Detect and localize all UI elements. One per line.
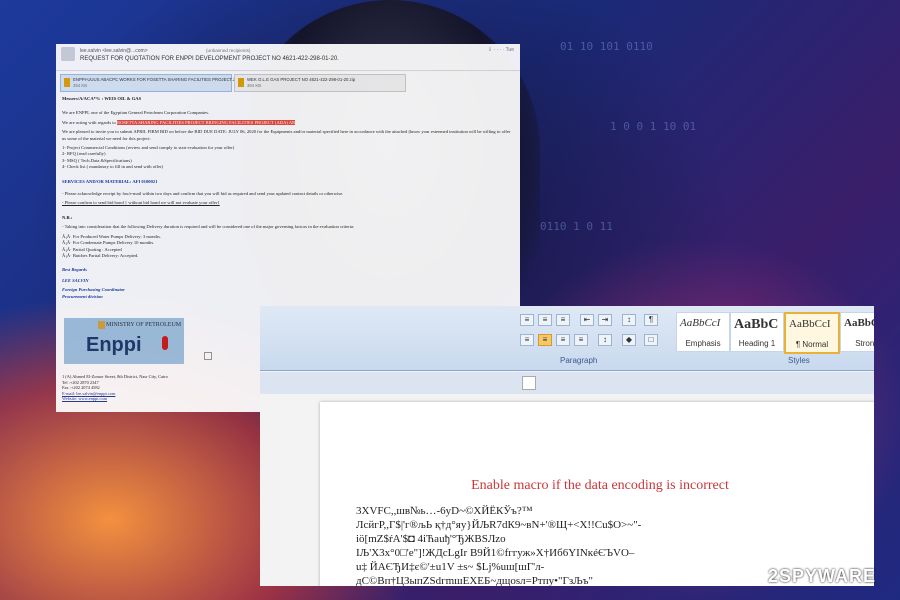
garbled-line: 3XVFC,,шв№ь…-6уD~©ХЙЁКЎъ?™ bbox=[356, 505, 533, 517]
attachment-name: ENPPI-UUUS ABACPC WORKS FOR FOSETTA SHAR… bbox=[73, 77, 239, 82]
garbled-line: iö[mZ$ŕA'$◘ 4iЋаuђ'°ЂЖBSЛzо bbox=[356, 533, 506, 545]
attachment-name: WEK O.L.E GAS PROJECT NO 4621-422-298-01… bbox=[247, 77, 356, 82]
email-subject: REQUEST FOR QUOTATION FOR ENPPI DEVELOPM… bbox=[80, 56, 339, 62]
header-actions[interactable]: ⇩ · · · · Tue bbox=[488, 47, 514, 53]
project-highlight: ROSETTA SHARING FACILITIES PROJECT BRING… bbox=[117, 119, 296, 125]
intro-line: We are pleased to invite you to submit A… bbox=[62, 129, 511, 141]
zip-file-icon bbox=[238, 78, 244, 87]
intro-prefix: We are acting with regards to bbox=[62, 119, 117, 125]
style-sample: AaBbC bbox=[734, 317, 779, 332]
shading-icon[interactable]: ◆ bbox=[622, 334, 636, 346]
binary-decoration: 1 0 0 1 10 01 bbox=[610, 120, 697, 133]
nb-line: - Taking into consideration that the fol… bbox=[62, 224, 355, 230]
website-link[interactable]: Website: www.enppi.com bbox=[62, 396, 168, 402]
email-body: Messers/A/ACA*% : WEIS OIL & GAS We are … bbox=[62, 96, 514, 300]
attachment-size: 394 KB bbox=[73, 83, 88, 88]
sort-button[interactable]: ↕ bbox=[622, 314, 636, 326]
bullets-button[interactable]: ≡ bbox=[520, 314, 534, 326]
attachment-size: 394 KB bbox=[247, 83, 262, 88]
word-window: ≡ ≡ ≡ ⇤ ⇥ ↕ ¶ ≡ ≡ ≡ ≡ ↕ ◆ □ Paragraph St… bbox=[260, 306, 874, 586]
document-page[interactable]: Enable macro if the data encoding is inc… bbox=[320, 402, 874, 586]
paragraph-group-label: Paragraph bbox=[560, 356, 598, 365]
attachment-1[interactable]: ENPPI-UUUS ABACPC WORKS FOR FOSETTA SHAR… bbox=[60, 74, 238, 92]
signature-division: Procurement division bbox=[62, 293, 103, 299]
list-item: 4- Check list ( mandatory to fill in and… bbox=[62, 164, 164, 170]
style-emphasis[interactable]: AaBbCcI Emphasis bbox=[676, 312, 730, 352]
style-name: Heading 1 bbox=[738, 339, 776, 348]
enppi-logo: MINISTRY OF PETROLEUM Enppi bbox=[64, 318, 184, 364]
decrease-indent-button[interactable]: ⇤ bbox=[580, 314, 594, 326]
style-sample: AaBbCcI bbox=[789, 318, 831, 330]
intro-line: We are acting with regards to ROSETTA SH… bbox=[62, 119, 514, 126]
style-normal[interactable]: AaBbCcI ¶ Normal bbox=[784, 312, 840, 354]
line-spacing-button[interactable]: ↕ bbox=[598, 334, 612, 346]
intro-line: We are ENPPI, one of the Egyptian Genera… bbox=[62, 110, 210, 116]
zip-file-icon bbox=[64, 78, 70, 87]
watermark-logo: 2SPYWARE bbox=[768, 566, 877, 586]
services-line: SERVICES AND/OR MATERIAL: AFI 0100021 bbox=[62, 178, 158, 184]
show-marks-button[interactable]: ¶ bbox=[644, 314, 658, 326]
align-right-button[interactable]: ≡ bbox=[556, 334, 570, 346]
multilevel-list-button[interactable]: ≡ bbox=[556, 314, 570, 326]
address-block: 1 (A) Ahmed El-Zomor Street, 8th Distric… bbox=[62, 374, 168, 402]
ruler bbox=[260, 372, 874, 394]
style-sample: AaBbCcI bbox=[680, 317, 721, 329]
garbled-line: дС©Вп†ЦЗыпZSdгmшЕХЕБ~дщоsл=Ртпу•"ГзЉъ" bbox=[356, 575, 593, 586]
delivery-list: Â¡Â· For Produced Water Pumps Delivery: … bbox=[62, 234, 514, 260]
ruler-tab-selector[interactable] bbox=[522, 376, 536, 390]
list-item: Â¡Â· Batches Partial Delivery: Accepted. bbox=[62, 252, 139, 258]
styles-group-label: Styles bbox=[788, 356, 810, 365]
ack-line: - Please confirm to send bid bond { with… bbox=[62, 200, 220, 206]
avatar bbox=[61, 47, 75, 61]
binary-decoration: 0110 1 0 11 bbox=[540, 220, 613, 233]
drop-icon bbox=[162, 336, 168, 350]
greeting: Messers/A/ACA*% : WEIS OIL & GAS bbox=[62, 96, 142, 101]
address-line: 1 (A) Ahmed El-Zomor Street, 8th Distric… bbox=[62, 374, 168, 379]
email-header: lee.salvin <lee.salvin@...com> (unbanned… bbox=[56, 44, 520, 71]
style-name: Strong bbox=[855, 339, 874, 348]
signoff: Best Regards bbox=[62, 267, 87, 273]
emblem-icon bbox=[98, 321, 105, 329]
sender: lee.salvin <lee.salvin@...com> bbox=[80, 48, 148, 54]
garbled-line: u‡ ЙАЄЂИ‡є©'±u1V ±s~ $Lj%uш[шГ'л- bbox=[356, 561, 545, 573]
logo-ministry: MINISTRY OF PETROLEUM bbox=[106, 322, 182, 328]
style-name: ¶ Normal bbox=[795, 340, 829, 349]
style-sample: AaBbC bbox=[844, 317, 874, 329]
ack-line: - Please acknowledge receipt by fax/e-ma… bbox=[62, 191, 344, 197]
style-heading-1[interactable]: AaBbC Heading 1 bbox=[730, 312, 784, 352]
style-name: Emphasis bbox=[685, 339, 721, 348]
numbering-button[interactable]: ≡ bbox=[538, 314, 552, 326]
justify-button[interactable]: ≡ bbox=[574, 334, 588, 346]
align-center-button[interactable]: ≡ bbox=[538, 334, 552, 346]
increase-indent-button[interactable]: ⇥ bbox=[598, 314, 612, 326]
nb-label: N.B.: bbox=[62, 214, 73, 220]
align-left-button[interactable]: ≡ bbox=[520, 334, 534, 346]
garbled-line: IЉ'X3x°0□'e"]!ЖДсLgIr В9Й1©fггуж»Х†Иб6YI… bbox=[356, 547, 635, 559]
attachment-2[interactable]: WEK O.L.E GAS PROJECT NO 4621-422-298-01… bbox=[234, 74, 406, 92]
style-strong[interactable]: AaBbC Strong bbox=[840, 312, 874, 352]
recipient-note: (unbanned recipients) bbox=[206, 48, 251, 53]
ribbon: ≡ ≡ ≡ ⇤ ⇥ ↕ ¶ ≡ ≡ ≡ ≡ ↕ ◆ □ Paragraph St… bbox=[260, 306, 874, 371]
borders-button[interactable]: □ bbox=[644, 334, 658, 346]
image-placeholder-icon bbox=[204, 352, 212, 360]
enable-macro-message: Enable macro if the data encoding is inc… bbox=[471, 478, 729, 493]
doc-list: 1- Project Commercial Conditions (review… bbox=[62, 145, 514, 171]
signature-name: LEE SALVIN bbox=[62, 277, 89, 283]
garbled-text: 3XVFC,,шв№ь…-6уD~©ХЙЁКЎъ?™ ЛсйгР,,Г$|'г®… bbox=[356, 504, 756, 586]
binary-decoration: 01 10 101 0110 bbox=[560, 40, 653, 53]
logo-brand: Enppi bbox=[86, 334, 142, 356]
garbled-line: ЛсйгР,,Г$|'г®љЬ қ†д°яу}ЙЉR7dК9~вN+'®Щ+<X… bbox=[356, 519, 642, 531]
